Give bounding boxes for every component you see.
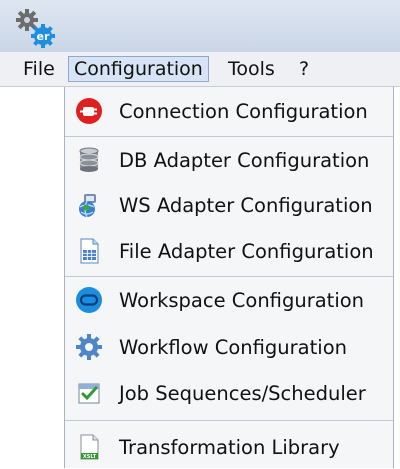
xslt-badge-text: XSLT	[83, 454, 97, 460]
menu-file[interactable]: File	[18, 56, 60, 82]
xslt-file-icon: XSLT	[75, 433, 103, 461]
er-app-gear-icon: er	[16, 9, 55, 48]
checklist-calendar-icon	[75, 379, 103, 407]
menu-item-workspace-configuration[interactable]: Workspace Configuration	[65, 278, 393, 322]
window-title-bar: er	[0, 0, 400, 52]
menu-item-ws-adapter-configuration[interactable]: WS Adapter Configuration	[65, 183, 393, 227]
workspace-icon	[75, 286, 103, 314]
web-service-globe-icon	[75, 191, 103, 219]
menu-separator	[65, 136, 393, 137]
menu-item-db-adapter-configuration[interactable]: DB Adapter Configuration	[65, 138, 393, 182]
menu-item-label: DB Adapter Configuration	[119, 148, 370, 172]
spreadsheet-file-icon	[75, 237, 103, 265]
menu-tools[interactable]: Tools	[223, 56, 280, 82]
menu-item-label: Workflow Configuration	[119, 335, 347, 359]
menu-configuration[interactable]: Configuration	[68, 56, 209, 82]
menu-item-label: Transformation Library	[119, 435, 340, 459]
database-icon	[75, 146, 103, 174]
menu-help[interactable]: ?	[294, 56, 314, 82]
menu-separator	[65, 276, 393, 277]
menu-item-label: WS Adapter Configuration	[119, 193, 373, 217]
app-badge-text: er	[37, 30, 50, 43]
menu-separator	[65, 420, 393, 421]
menu-item-label: Connection Configuration	[119, 99, 368, 123]
menu-item-transformation-library[interactable]: XSLT Transformation Library	[65, 425, 393, 469]
menu-item-label: Job Sequences/Scheduler	[119, 381, 366, 405]
power-plug-icon	[75, 97, 103, 125]
menu-bar: File Configuration Tools ?	[0, 52, 400, 87]
menu-item-job-sequences-scheduler[interactable]: Job Sequences/Scheduler	[65, 371, 393, 415]
menu-item-file-adapter-configuration[interactable]: File Adapter Configuration	[65, 229, 393, 273]
configuration-dropdown-menu: Connection Configuration DB Adapter Conf…	[64, 87, 394, 468]
menu-item-connection-configuration[interactable]: Connection Configuration	[65, 89, 393, 133]
menu-item-workflow-configuration[interactable]: Workflow Configuration	[65, 325, 393, 369]
menu-item-label: Workspace Configuration	[119, 288, 365, 312]
menu-item-label: File Adapter Configuration	[119, 239, 374, 263]
gear-icon	[75, 333, 103, 361]
left-pane	[0, 87, 65, 468]
